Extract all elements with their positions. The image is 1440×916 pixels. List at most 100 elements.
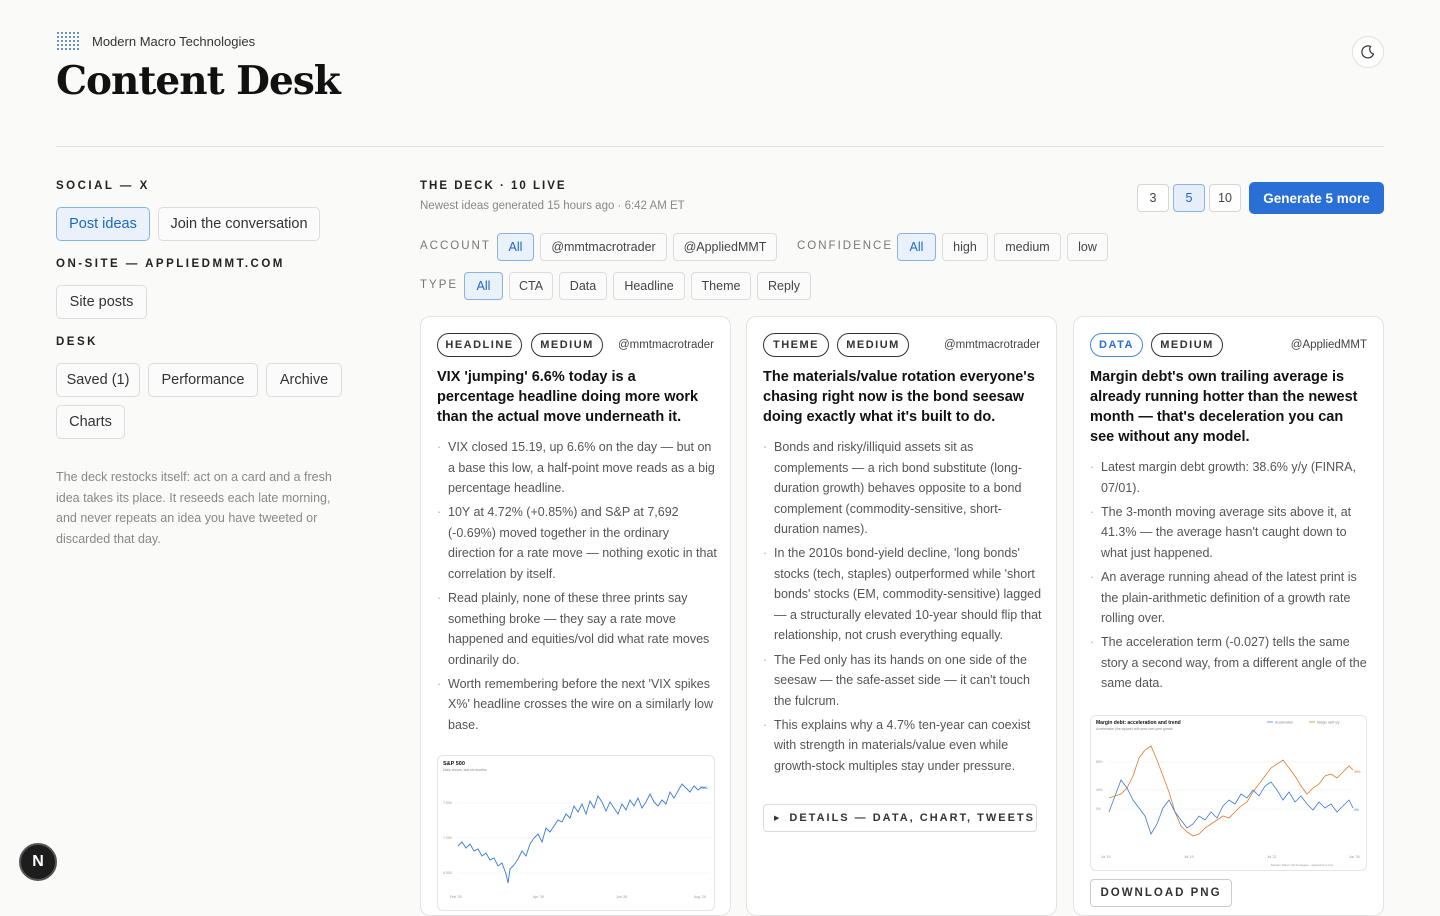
join-conversation-button[interactable]: Join the conversation	[158, 207, 320, 241]
confidence-high-button[interactable]: high	[942, 233, 988, 261]
caret-right-icon: ▶	[774, 815, 782, 822]
card-bullets: Latest margin debt growth: 38.6% y/y (FI…	[1090, 457, 1372, 698]
card-bullets: Bonds and risky/illiquid assets sit as c…	[763, 437, 1045, 780]
list-item: This explains why a 4.7% ten-year can co…	[763, 715, 1045, 777]
deck-subtitle: Newest ideas generated 15 hours ago · 6:…	[420, 200, 685, 212]
page-title: Content Desk	[56, 58, 341, 104]
confidence-low-button[interactable]: low	[1067, 233, 1108, 261]
list-item: The acceleration term (-0.027) tells the…	[1090, 632, 1372, 694]
list-item: In the 2010s bond-yield decline, 'long b…	[763, 543, 1045, 646]
end-value-label: 7,692	[699, 786, 708, 790]
confidence-medium-button[interactable]: medium	[994, 233, 1061, 261]
legend-label: Margin debt y/y	[1317, 721, 1340, 725]
card-title: Margin debt's own trailing average is al…	[1090, 369, 1358, 445]
account-appliedmmt-button[interactable]: @AppliedMMT	[673, 233, 777, 261]
type-data-button[interactable]: Data	[559, 272, 607, 300]
x-tick-label: Jul '19	[1184, 855, 1194, 859]
details-toggle[interactable]: ▶ DETAILS — DATA, CHART, TWEETS	[763, 804, 1037, 832]
list-item: An average running ahead of the latest p…	[1090, 567, 1372, 629]
sp500-chart[interactable]: S&P 500 Daily closes, last six months 7,…	[437, 755, 715, 911]
list-item: 10Y at 4.72% (+0.85%) and S&P at 7,692 (…	[437, 502, 719, 584]
chart-subtitle: Acceleration (the square) with year-over…	[1096, 727, 1173, 731]
account-mmtmacrotrader-button[interactable]: @mmtmacrotrader	[540, 233, 667, 261]
y-tick-label: 80%	[1096, 760, 1103, 764]
chart-title: S&P 500	[443, 761, 465, 767]
end-value-label: 39%	[1354, 770, 1361, 774]
x-tick-label: Jul '16	[1101, 855, 1111, 859]
chart-title: Margin debt: acceleration and trend	[1096, 720, 1181, 726]
type-badge: THEME	[763, 333, 829, 357]
details-label: DETAILS — DATA, CHART, TWEETS	[789, 812, 1035, 824]
type-all-button[interactable]: All	[464, 272, 503, 300]
list-item: VIX closed 15.19, up 6.6% on the day — b…	[437, 437, 719, 499]
count-10-button[interactable]: 10	[1209, 184, 1241, 212]
idea-card-2[interactable]: THEME MEDIUM @mmtmacrotrader The materia…	[746, 316, 1057, 916]
confidence-filter-label: CONFIDENCE	[797, 240, 894, 252]
brand-name: Modern Macro Technologies	[92, 33, 256, 49]
type-cta-button[interactable]: CTA	[509, 272, 553, 300]
legend-label: Acceleration	[1275, 721, 1293, 725]
moon-icon	[1361, 45, 1375, 59]
account-filter-label: ACCOUNT	[420, 240, 491, 252]
x-tick-label: Jun '26	[616, 895, 627, 899]
x-tick-label: Feb '26	[450, 895, 462, 899]
y-tick-label: 0%	[1096, 807, 1101, 811]
post-ideas-button[interactable]: Post ideas	[56, 207, 150, 241]
download-png-button[interactable]: DOWNLOAD PNG	[1090, 879, 1232, 907]
list-item: Bonds and risky/illiquid assets sit as c…	[763, 437, 1045, 540]
account-all-button[interactable]: All	[497, 233, 534, 261]
list-item: The 3-month moving average sits above it…	[1090, 502, 1372, 564]
count-3-button[interactable]: 3	[1137, 184, 1169, 212]
brand: Modern Macro Technologies	[56, 30, 1384, 52]
idea-card-1[interactable]: HEADLINE MEDIUM @mmtmacrotrader VIX 'jum…	[420, 316, 731, 916]
count-5-button[interactable]: 5	[1173, 184, 1205, 212]
card-bullets: VIX closed 15.19, up 6.6% on the day — b…	[437, 437, 719, 739]
type-reply-button[interactable]: Reply	[757, 272, 811, 300]
theme-toggle-button[interactable]	[1352, 36, 1384, 68]
account-handle: @mmtmacrotrader	[617, 339, 714, 351]
list-item: Worth remembering before the next 'VIX s…	[437, 674, 719, 736]
margin-debt-chart-svg: Margin debt: acceleration and trend Acce…	[1096, 720, 1361, 867]
deck-title: THE DECK · 10 LIVE	[420, 180, 567, 192]
acceleration-series-line	[1108, 779, 1354, 835]
chart-subtitle: Daily closes, last six months	[443, 768, 487, 772]
site-posts-button[interactable]: Site posts	[56, 285, 147, 319]
header: Modern Macro Technologies Content Desk	[56, 30, 1384, 104]
type-headline-button[interactable]: Headline	[613, 272, 685, 300]
confidence-all-button[interactable]: All	[897, 233, 936, 261]
type-badge: DATA	[1090, 333, 1143, 357]
n-badge-icon[interactable]: N	[19, 843, 57, 881]
y-tick-label: 6,500	[443, 871, 452, 875]
sp500-chart-svg: S&P 500 Daily closes, last six months 7,…	[443, 761, 710, 899]
type-filter-label: TYPE	[420, 279, 459, 291]
confidence-badge: MEDIUM	[531, 333, 603, 357]
idea-card-3[interactable]: DATA MEDIUM @AppliedMMT Margin debt's ow…	[1073, 316, 1384, 916]
x-tick-label: Aug '26	[694, 895, 706, 899]
margin-debt-chart[interactable]: Margin debt: acceleration and trend Acce…	[1090, 715, 1367, 871]
x-tick-label: Apr '26	[533, 895, 544, 899]
account-handle: @AppliedMMT	[1290, 339, 1367, 351]
archive-button[interactable]: Archive	[266, 363, 342, 397]
onsite-section-label: ON-SITE — APPLIEDMMT.COM	[56, 258, 285, 270]
chart-footer: Modern Macro Technologies · appliedmmt.c…	[1271, 863, 1334, 867]
x-tick-label: Jun '26	[1349, 855, 1360, 859]
confidence-badge: MEDIUM	[837, 333, 909, 357]
type-badge: HEADLINE	[437, 333, 522, 357]
confidence-badge: MEDIUM	[1151, 333, 1223, 357]
performance-button[interactable]: Performance	[148, 363, 258, 397]
charts-button[interactable]: Charts	[56, 405, 125, 439]
saved-button[interactable]: Saved (1)	[56, 363, 140, 397]
end-value-label: 0%	[1354, 808, 1359, 812]
list-item: The Fed only has its hands on one side o…	[763, 650, 1045, 712]
deck-description: The deck restocks itself: act on a card …	[56, 470, 332, 546]
y-tick-label: 7,000	[443, 836, 452, 840]
header-divider	[56, 146, 1384, 147]
type-theme-button[interactable]: Theme	[691, 272, 751, 300]
margin-debt-yoy-series-line	[1108, 745, 1354, 837]
card-title: The materials/value rotation everyone's …	[763, 369, 1035, 425]
generate-more-button[interactable]: Generate 5 more	[1249, 182, 1384, 214]
sp500-series-line	[457, 783, 707, 884]
desk-section-label: DESK	[56, 336, 98, 348]
list-item: Read plainly, none of these three prints…	[437, 588, 719, 670]
y-tick-label: 40%	[1096, 788, 1103, 792]
